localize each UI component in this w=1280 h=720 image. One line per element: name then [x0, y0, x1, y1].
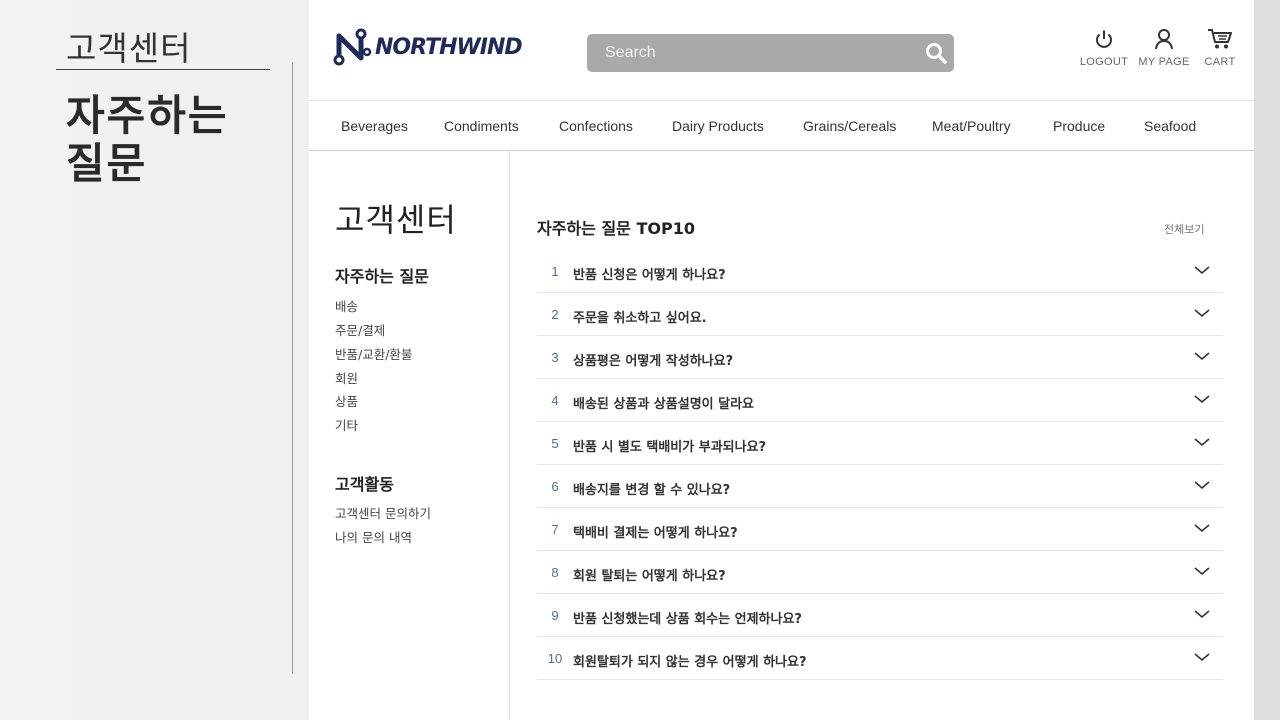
- my-page-button[interactable]: MY PAGE: [1134, 26, 1194, 68]
- faq-question: 반품 시 별도 택배비가 부과되나요?: [573, 440, 767, 455]
- faq-number: 9: [551, 608, 559, 623]
- logout-label: LOGOUT: [1079, 56, 1129, 68]
- faq-item[interactable]: 6 배송지를 변경 할 수 있나요?: [537, 465, 1223, 508]
- chevron-down-icon[interactable]: [1193, 605, 1211, 623]
- sidebar-heading-activity[interactable]: 고객활동: [335, 471, 394, 495]
- slide-title: 자주하는 질문: [66, 91, 229, 188]
- site-logo[interactable]: NORTHWIND: [331, 26, 523, 68]
- sidebar-title: 고객센터: [335, 201, 457, 239]
- chevron-down-icon[interactable]: [1193, 562, 1211, 580]
- faq-question: 택배비 결제는 어떻게 하나요?: [573, 526, 738, 541]
- faq-number: 1: [551, 264, 559, 279]
- sidebar-link-etc[interactable]: 기타: [335, 415, 358, 434]
- slide-side-panel: 고객센터 자주하는 질문: [0, 0, 300, 720]
- faq-number: 7: [551, 522, 559, 537]
- web-page: NORTHWIND LOGOUT: [309, 0, 1254, 720]
- search-bar: [587, 34, 954, 72]
- chevron-down-icon[interactable]: [1193, 519, 1211, 537]
- search-button[interactable]: [918, 34, 954, 72]
- chevron-down-icon[interactable]: [1193, 433, 1211, 451]
- faq-title: 자주하는 질문 TOP10: [537, 219, 695, 238]
- sidebar-link-order-payment[interactable]: 주문/결제: [335, 320, 385, 339]
- nav-item-grains-cereals[interactable]: Grains/Cereals: [803, 101, 896, 151]
- faq-item[interactable]: 5 반품 시 별도 택배비가 부과되나요?: [537, 422, 1223, 465]
- faq-item[interactable]: 1 반품 신청은 어떻게 하나요?: [537, 250, 1223, 293]
- sidebar-link-return-exchange-refund[interactable]: 반품/교환/환불: [335, 344, 412, 363]
- faq-question: 주문을 취소하고 싶어요.: [573, 311, 707, 326]
- faq-item[interactable]: 2 주문을 취소하고 싶어요.: [537, 293, 1223, 336]
- cart-label: CART: [1204, 56, 1236, 68]
- sidebar-link-delivery[interactable]: 배송: [335, 296, 358, 315]
- sidebar-link-member[interactable]: 회원: [335, 368, 358, 387]
- faq-number: 3: [551, 350, 559, 365]
- slide-divider: [56, 69, 270, 70]
- nav-item-confections[interactable]: Confections: [559, 101, 633, 151]
- chevron-down-icon[interactable]: [1193, 347, 1211, 365]
- faq-question: 배송된 상품과 상품설명이 달라요: [573, 397, 755, 412]
- slide-subtitle: 고객센터: [66, 29, 192, 68]
- faq-question: 반품 신청은 어떻게 하나요?: [573, 268, 726, 283]
- nav-item-meat-poultry[interactable]: Meat/Poultry: [932, 101, 1011, 151]
- sidebar-link-product[interactable]: 상품: [335, 391, 358, 410]
- user-icon: [1155, 29, 1173, 50]
- faq-item[interactable]: 10 회원탈퇴가 되지 않는 경우 어떻게 하나요?: [537, 637, 1223, 680]
- faq-question: 회원탈퇴가 되지 않는 경우 어떻게 하나요?: [573, 655, 807, 670]
- faq-number: 2: [551, 307, 559, 322]
- faq-list: 1 반품 신청은 어떻게 하나요? 2 주문을 취소하고 싶어요. 3 상품평은…: [537, 250, 1223, 680]
- faq-number: 10: [547, 651, 563, 666]
- slide-vertical-rule: [292, 62, 293, 674]
- nav-item-seafood[interactable]: Seafood: [1144, 101, 1196, 151]
- faq-number: 8: [551, 565, 559, 580]
- faq-number: 6: [551, 479, 559, 494]
- faq-view-all-link[interactable]: 전체보기: [1164, 221, 1204, 237]
- sidebar-link-my-inquiries[interactable]: 나의 문의 내역: [335, 527, 412, 546]
- logo-text: NORTHWIND: [375, 34, 523, 60]
- faq-question: 상품평은 어떻게 작성하나요?: [573, 354, 734, 369]
- faq-item[interactable]: 3 상품평은 어떻게 작성하나요?: [537, 336, 1223, 379]
- faq-item[interactable]: 9 반품 신청했는데 상품 회수는 언제하나요?: [537, 594, 1223, 637]
- cart-button[interactable]: CART: [1190, 26, 1250, 68]
- chevron-down-icon[interactable]: [1193, 390, 1211, 408]
- chevron-down-icon[interactable]: [1193, 304, 1211, 322]
- sidebar: 고객센터 자주하는 질문 배송 주문/결제 반품/교환/환불 회원 상품 기타 …: [309, 151, 510, 720]
- power-icon: [1096, 30, 1112, 48]
- faq-item[interactable]: 7 택배비 결제는 어떻게 하나요?: [537, 508, 1223, 551]
- sidebar-link-inquiry[interactable]: 고객센터 문의하기: [335, 503, 431, 522]
- sidebar-heading-faq[interactable]: 자주하는 질문: [335, 263, 429, 287]
- chevron-down-icon[interactable]: [1193, 261, 1211, 279]
- northwind-logo-icon: [333, 28, 372, 66]
- faq-question: 배송지를 변경 할 수 있나요?: [573, 483, 731, 498]
- nav-item-condiments[interactable]: Condiments: [444, 101, 519, 151]
- faq-question: 회원 탈퇴는 어떻게 하나요?: [573, 569, 726, 584]
- faq-item[interactable]: 8 회원 탈퇴는 어떻게 하나요?: [537, 551, 1223, 594]
- faq-item[interactable]: 4 배송된 상품과 상품설명이 달라요: [537, 379, 1223, 422]
- nav-item-beverages[interactable]: Beverages: [341, 101, 408, 151]
- faq-number: 5: [551, 436, 559, 451]
- faq-question: 반품 신청했는데 상품 회수는 언제하나요?: [573, 612, 802, 627]
- faq-number: 4: [551, 393, 559, 408]
- my-page-label: MY PAGE: [1138, 56, 1190, 68]
- slide-right-margin: [1254, 0, 1280, 720]
- chevron-down-icon[interactable]: [1193, 476, 1211, 494]
- cart-icon: [1208, 29, 1232, 49]
- logout-button[interactable]: LOGOUT: [1074, 26, 1134, 68]
- category-nav: Beverages Condiments Confections Dairy P…: [309, 100, 1254, 151]
- nav-item-produce[interactable]: Produce: [1053, 101, 1105, 151]
- search-icon: [926, 43, 947, 64]
- search-input[interactable]: [587, 34, 918, 72]
- site-header: NORTHWIND LOGOUT: [309, 0, 1254, 100]
- chevron-down-icon[interactable]: [1193, 648, 1211, 666]
- nav-item-dairy-products[interactable]: Dairy Products: [672, 101, 764, 151]
